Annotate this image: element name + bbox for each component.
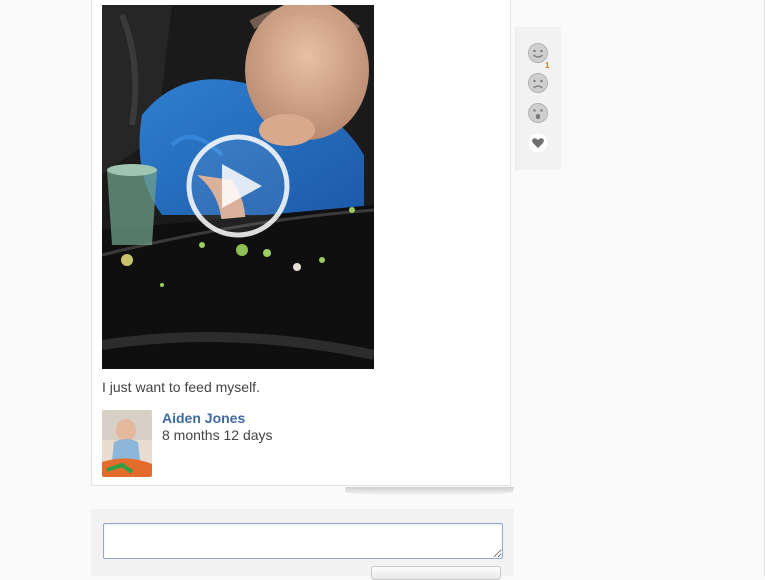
play-icon[interactable]	[186, 134, 290, 238]
smile-count: 1	[545, 61, 550, 70]
avatar-photo	[102, 410, 152, 477]
frown-icon[interactable]	[527, 72, 549, 94]
card-shadow	[344, 487, 514, 496]
author-age: 8 months 12 days	[162, 427, 273, 443]
post-caption: I just want to feed myself.	[102, 379, 260, 395]
avatar[interactable]	[102, 410, 152, 477]
heart-icon[interactable]	[527, 132, 549, 154]
post-video[interactable]	[102, 5, 374, 369]
comment-submit-button[interactable]	[371, 566, 501, 580]
comment-input[interactable]	[103, 523, 503, 559]
author-name-link[interactable]: Aiden Jones	[162, 410, 245, 426]
surprised-icon[interactable]	[527, 102, 549, 124]
reactions-panel: 1	[515, 27, 561, 170]
